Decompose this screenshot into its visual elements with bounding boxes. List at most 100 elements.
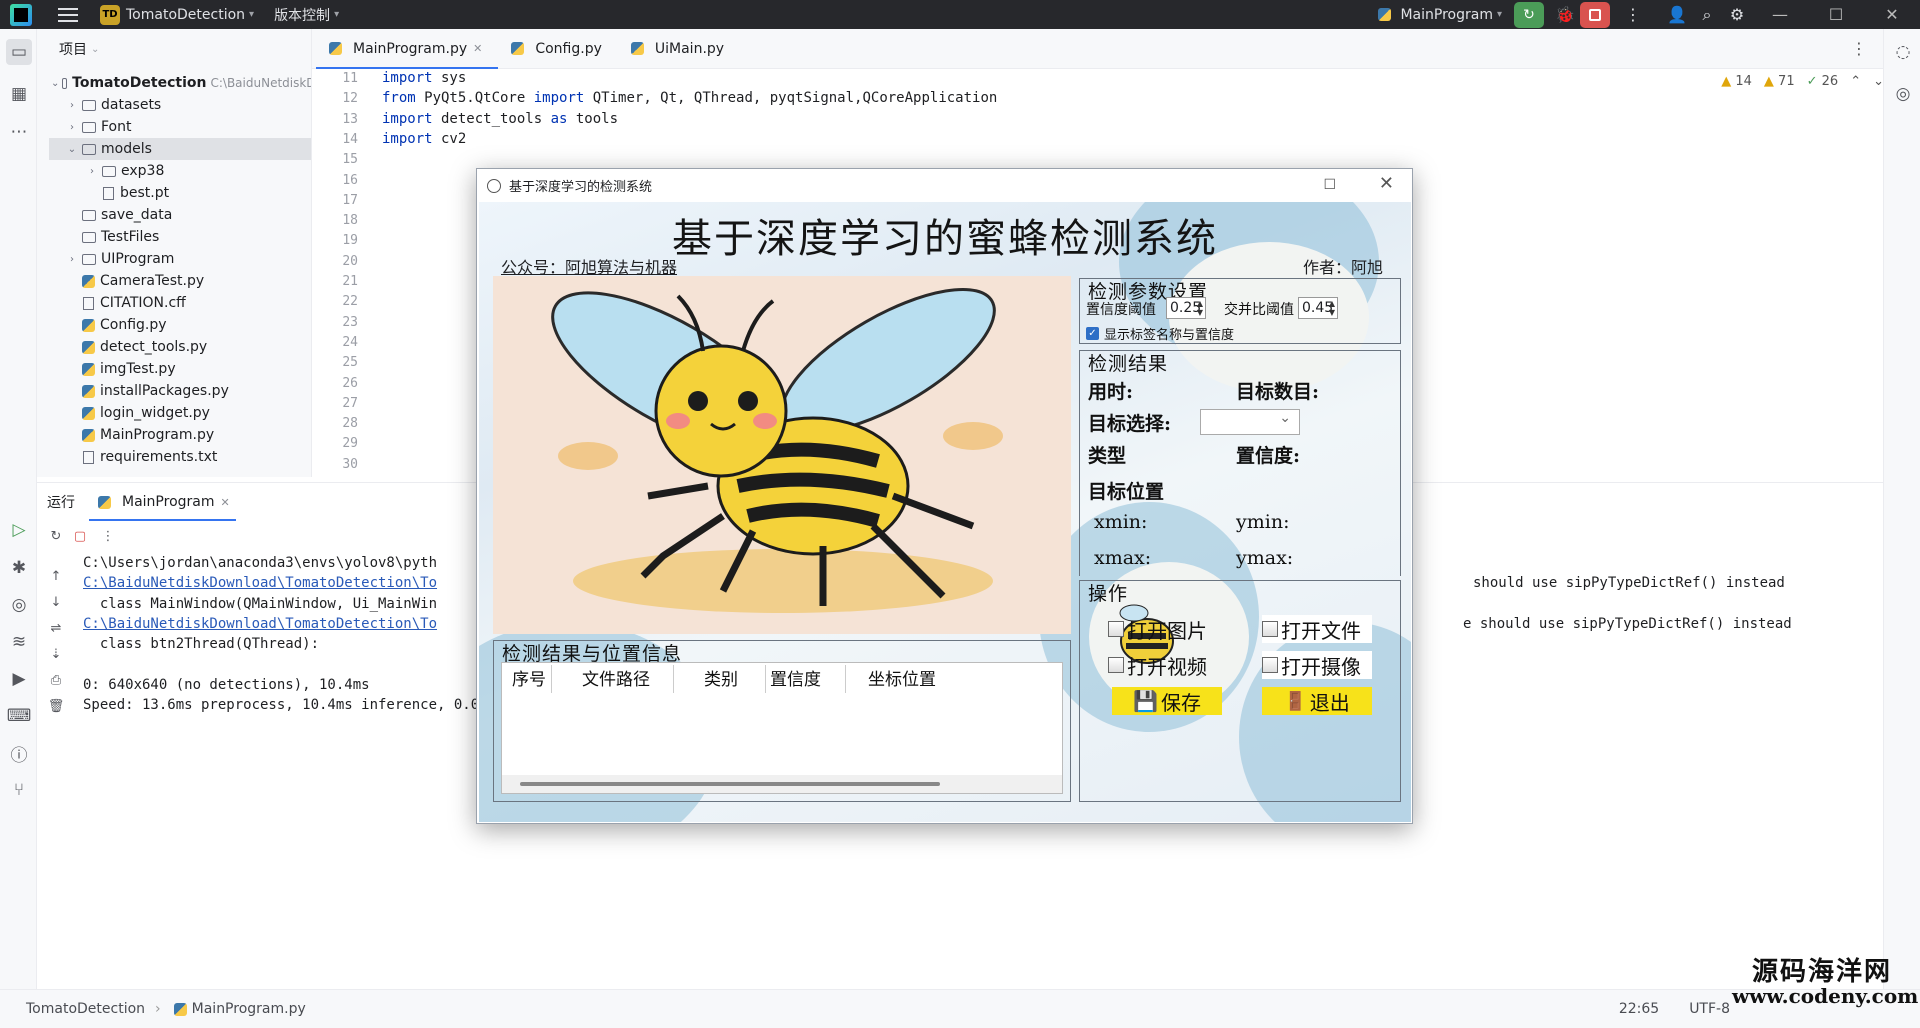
print-icon[interactable]: ⎙ bbox=[47, 673, 65, 691]
project-folder-icon[interactable]: ▭ bbox=[6, 39, 32, 65]
results-table[interactable]: 序号 文件路径 类别 置信度 坐标位置 bbox=[501, 662, 1063, 794]
run-tool-icon[interactable]: ▷ bbox=[6, 517, 32, 543]
chevron-right-icon: › bbox=[70, 99, 74, 111]
scroll-up-icon[interactable]: ↑ bbox=[47, 569, 65, 587]
maximize-button[interactable]: ☐ bbox=[1323, 177, 1336, 193]
rerun-button[interactable]: ↻ bbox=[1514, 1, 1544, 28]
vcs-menu[interactable]: 版本控制 ▾ bbox=[274, 5, 339, 25]
scroll-down-icon[interactable]: ↓ bbox=[47, 595, 65, 613]
more-icon[interactable]: ⋮ bbox=[1618, 2, 1648, 28]
python-packages-icon[interactable]: ◎ bbox=[6, 592, 32, 618]
warning-icon: ▲ bbox=[1721, 74, 1732, 89]
tree-item[interactable]: CameraTest.py bbox=[49, 270, 311, 292]
tree-item[interactable]: login_widget.py bbox=[49, 402, 311, 424]
floppy-disk-icon: 💾 bbox=[1133, 689, 1158, 713]
bee-illustration bbox=[551, 287, 1003, 613]
show-label-checkbox[interactable]: ✓ bbox=[1086, 327, 1099, 340]
tree-item[interactable]: Config.py bbox=[49, 314, 311, 336]
tree-item[interactable]: best.pt bbox=[49, 182, 311, 204]
stop-icon[interactable]: ▢ bbox=[71, 529, 89, 547]
status-project[interactable]: TomatoDetection bbox=[26, 1001, 145, 1017]
soft-wrap-icon[interactable]: ⇌ bbox=[47, 621, 65, 639]
main-menu-icon[interactable] bbox=[58, 7, 78, 22]
problems-icon[interactable]: ⓘ bbox=[6, 740, 32, 766]
tree-item[interactable]: TestFiles bbox=[49, 226, 311, 248]
notifications-icon[interactable]: ◌ bbox=[1890, 39, 1916, 65]
table-header-confidence[interactable]: 置信度 bbox=[766, 665, 846, 693]
iou-threshold-spinbox[interactable]: 0.45 ▲ ▼ bbox=[1298, 297, 1338, 319]
console-line[interactable]: C:\BaiduNetdiskDownload\TomatoDetection\… bbox=[83, 616, 437, 632]
table-horizontal-scrollbar[interactable] bbox=[502, 775, 1062, 793]
search-icon[interactable]: ⌕ bbox=[1692, 2, 1722, 28]
tree-item[interactable]: requirements.txt bbox=[49, 446, 311, 468]
editor-tab[interactable]: MainProgram.py ✕ bbox=[316, 29, 499, 69]
close-window-button[interactable]: ✕ bbox=[1864, 0, 1920, 29]
console-line[interactable]: C:\BaiduNetdiskDownload\TomatoDetection\… bbox=[83, 575, 437, 591]
status-file[interactable]: MainProgram.py bbox=[192, 1001, 306, 1017]
tree-item[interactable]: CITATION.cff bbox=[49, 292, 311, 314]
run-tab-mainprogram[interactable]: MainProgram ✕ bbox=[89, 483, 236, 521]
close-tab-icon[interactable]: ✕ bbox=[473, 42, 482, 55]
spin-arrows-icon[interactable]: ▲ ▼ bbox=[1197, 299, 1203, 317]
minimize-button[interactable]: — bbox=[1752, 0, 1808, 29]
file-encoding[interactable]: UTF-8 bbox=[1689, 1001, 1730, 1017]
close-dialog-button[interactable]: ✕ bbox=[1379, 173, 1394, 194]
tree-item[interactable]: save_data bbox=[49, 204, 311, 226]
tree-item[interactable]: › exp38 bbox=[49, 160, 311, 182]
tree-item[interactable]: ⌄ models bbox=[49, 138, 311, 160]
tree-root[interactable]: ⌄ TomatoDetection C:\BaiduNetdiskDownlo bbox=[51, 72, 311, 94]
project-selector[interactable]: TomatoDetection ▾ bbox=[126, 7, 254, 23]
cursor-position[interactable]: 22:65 bbox=[1619, 1001, 1659, 1017]
trash-icon[interactable]: 🗑 bbox=[47, 699, 65, 717]
open-image-button[interactable]: 打开图片 bbox=[1108, 615, 1218, 643]
tree-item[interactable]: › datasets bbox=[49, 94, 311, 116]
target-select-combo[interactable] bbox=[1200, 409, 1300, 435]
file-icon bbox=[83, 296, 94, 310]
scroll-to-end-icon[interactable]: ⇣ bbox=[47, 647, 65, 665]
tab-options-icon[interactable]: ⋮ bbox=[1844, 36, 1874, 62]
more-tools-icon[interactable]: ⋯ bbox=[6, 119, 32, 145]
exit-button[interactable]: 🚪 退出 bbox=[1262, 687, 1372, 715]
tree-item[interactable]: › UIProgram bbox=[49, 248, 311, 270]
table-header-coords[interactable]: 坐标位置 bbox=[846, 665, 1026, 693]
debug-tool-icon[interactable]: ✱ bbox=[6, 555, 32, 581]
project-panel-header[interactable]: 项目 ⌄ bbox=[37, 29, 311, 69]
tree-item[interactable]: imgTest.py bbox=[49, 358, 311, 380]
project-panel: 项目 ⌄ ⌄ TomatoDetection C:\BaiduNetdiskDow… bbox=[37, 29, 312, 477]
debug-icon[interactable]: 🐞 bbox=[1550, 2, 1580, 28]
conf-threshold-spinbox[interactable]: 0.25 ▲ ▼ bbox=[1166, 297, 1206, 319]
tree-item[interactable]: installPackages.py bbox=[49, 380, 311, 402]
open-camera-button[interactable]: 打开摄像 bbox=[1262, 651, 1372, 679]
save-button[interactable]: 💾 保存 bbox=[1112, 687, 1222, 715]
add-user-icon[interactable]: 👤 bbox=[1662, 2, 1692, 28]
code-token: sys bbox=[432, 70, 467, 86]
settings-gear-icon[interactable]: ⚙ bbox=[1722, 2, 1752, 28]
chevron-up-icon[interactable]: ⌃ bbox=[1850, 74, 1861, 89]
spin-arrows-icon[interactable]: ▲ ▼ bbox=[1329, 299, 1335, 317]
open-folder-button[interactable]: 打开文件 bbox=[1262, 615, 1372, 643]
maximize-button[interactable]: ☐ bbox=[1808, 0, 1864, 29]
more-icon[interactable]: ⋮ bbox=[99, 529, 117, 547]
git-icon[interactable]: ⑂ bbox=[6, 777, 32, 803]
ai-assistant-icon[interactable]: ◎ bbox=[1890, 81, 1916, 107]
line-number: 22 bbox=[342, 294, 358, 310]
tree-item[interactable]: › Font bbox=[49, 116, 311, 138]
open-video-button[interactable]: 打开视频 bbox=[1108, 651, 1226, 679]
stop-button[interactable] bbox=[1580, 1, 1610, 28]
table-header-class[interactable]: 类别 bbox=[674, 665, 766, 693]
scroll-thumb[interactable] bbox=[520, 782, 940, 786]
layers-icon[interactable]: ≋ bbox=[6, 629, 32, 655]
tree-item[interactable]: MainProgram.py bbox=[49, 424, 311, 446]
run-config-selector[interactable]: MainProgram ▾ bbox=[1375, 7, 1502, 23]
services-icon[interactable]: ▶ bbox=[6, 666, 32, 692]
structure-icon[interactable]: ▦ bbox=[6, 81, 32, 107]
rerun-icon[interactable]: ↻ bbox=[47, 529, 65, 547]
inspection-widget[interactable]: ▲ 14 ▲ 71 ✓ 26 ⌃ ⌄ bbox=[1721, 74, 1884, 89]
editor-tab[interactable]: Config.py bbox=[498, 29, 618, 69]
table-header-index[interactable]: 序号 bbox=[512, 665, 552, 693]
tree-item[interactable]: detect_tools.py bbox=[49, 336, 311, 358]
table-header-path[interactable]: 文件路径 bbox=[552, 665, 674, 693]
close-tab-icon[interactable]: ✕ bbox=[221, 496, 230, 509]
editor-tab[interactable]: UiMain.py bbox=[618, 29, 740, 69]
terminal-icon[interactable]: ⌨ bbox=[6, 703, 32, 729]
